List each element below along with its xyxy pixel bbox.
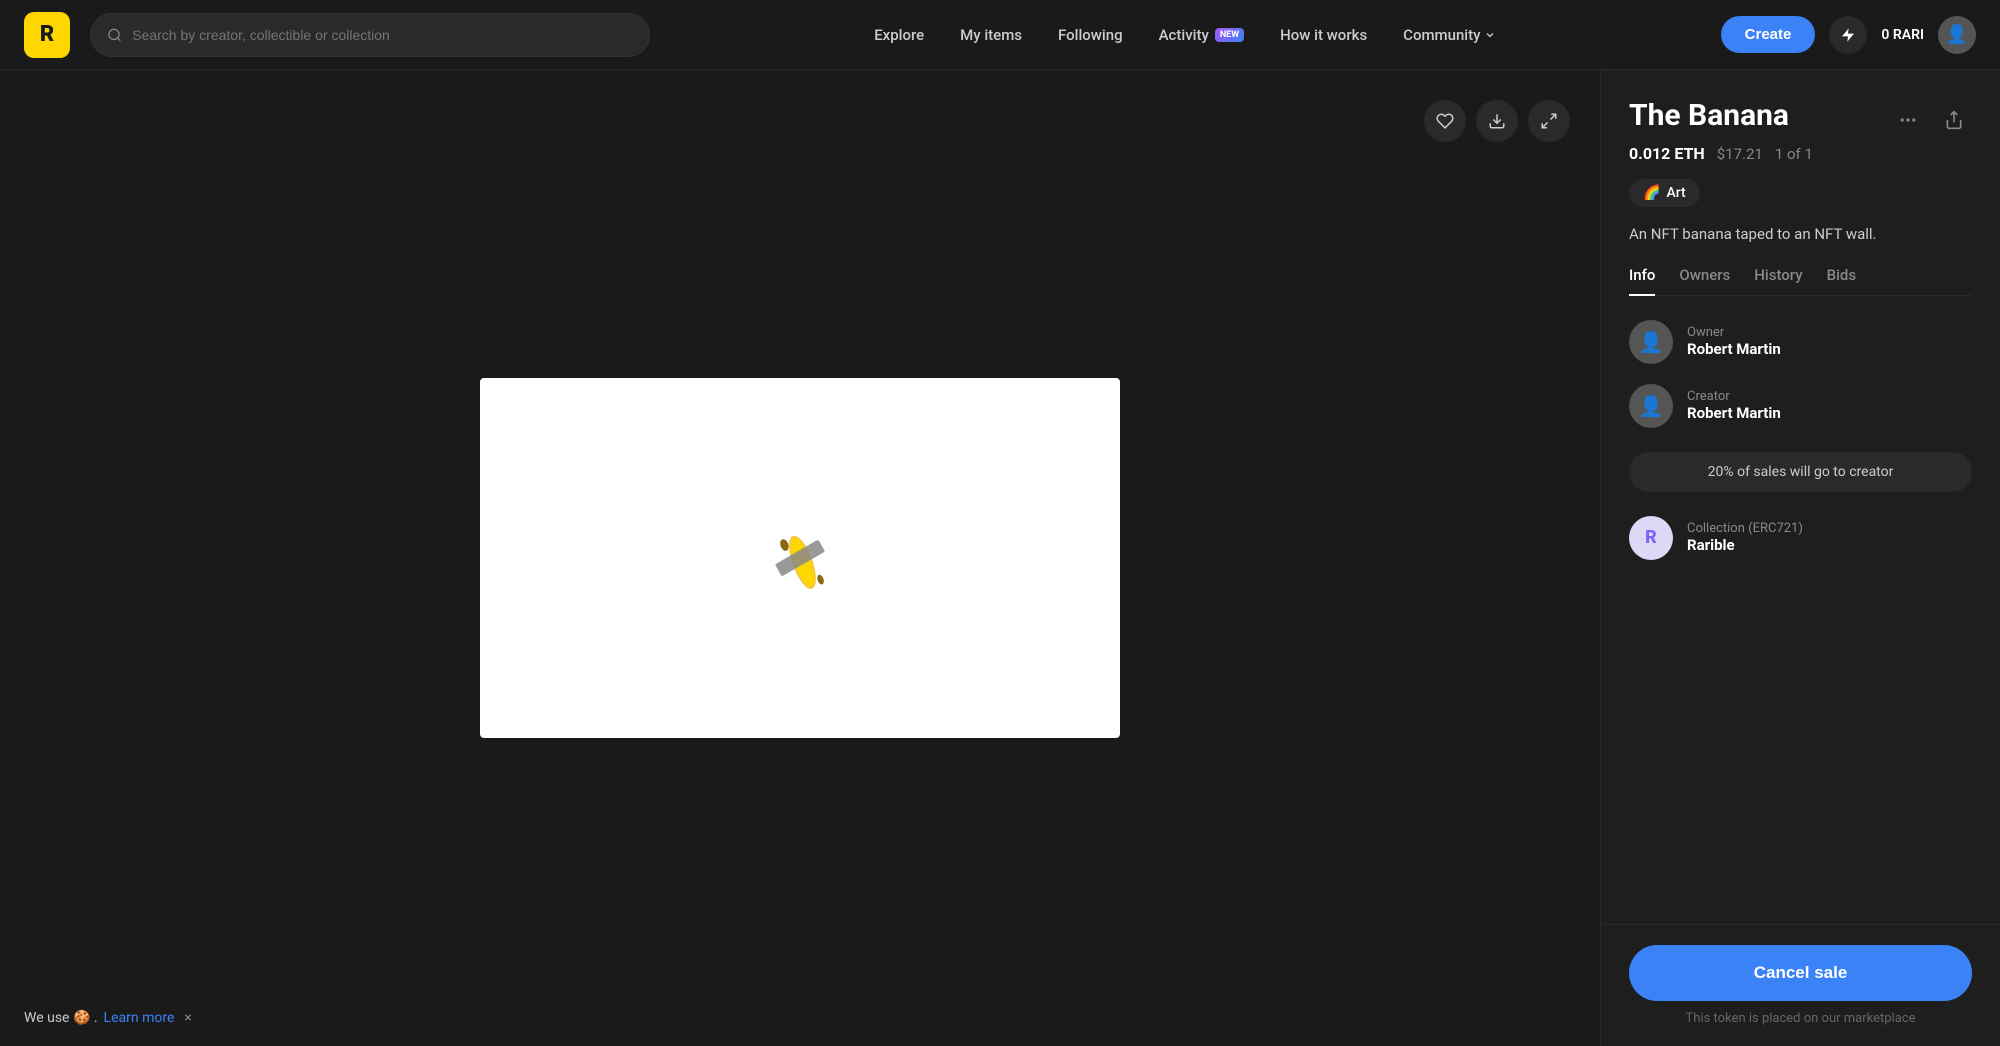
sidebar-header: The Banana <box>1629 98 1972 138</box>
more-options-button[interactable] <box>1890 102 1926 138</box>
owner-name: Robert Martin <box>1687 340 1781 358</box>
price-usd: $17.21 <box>1717 145 1763 163</box>
logo[interactable]: R <box>24 12 70 58</box>
collection-label: Collection (ERC721) <box>1687 521 1803 536</box>
more-icon <box>1898 110 1918 130</box>
main-header: R Explore My items Following Activity NE… <box>0 0 2000 70</box>
rari-balance: 0 RARI <box>1881 27 1924 43</box>
nav-item-my-items[interactable]: My items <box>946 18 1036 52</box>
collection-row: R Collection (ERC721) Rarible <box>1629 516 1972 560</box>
expand-button[interactable] <box>1528 100 1570 142</box>
tab-bids[interactable]: Bids <box>1827 266 1856 296</box>
info-section: 👤 Owner Robert Martin 👤 Creator Robert M… <box>1629 320 1972 580</box>
nft-action-buttons <box>1424 100 1570 142</box>
content-area: We use 🍪 . Learn more × <box>0 70 1600 1046</box>
sidebar-footer: Cancel sale This token is placed on our … <box>1601 924 2000 1046</box>
share-button[interactable] <box>1936 102 1972 138</box>
collection-avatar: R <box>1629 516 1673 560</box>
creator-avatar: 👤 <box>1629 384 1673 428</box>
nav-item-following[interactable]: Following <box>1044 18 1137 52</box>
nav-item-community[interactable]: Community <box>1389 18 1510 52</box>
like-button[interactable] <box>1424 100 1466 142</box>
price-row: 0.012 ETH $17.21 1 of 1 <box>1629 144 1972 163</box>
share-icon <box>1944 110 1964 130</box>
category-label: Art <box>1666 185 1685 201</box>
rainbow-icon: 🌈 <box>1643 185 1660 201</box>
cookie-close-button[interactable]: × <box>184 1010 191 1026</box>
creator-info: Creator Robert Martin <box>1687 389 1781 422</box>
price-eth: 0.012 ETH <box>1629 144 1705 163</box>
expand-icon <box>1540 112 1558 130</box>
search-icon <box>107 27 122 43</box>
royalty-text: 20% of sales will go to creator <box>1708 464 1894 480</box>
nft-sidebar: The Banana 0.012 ETH $17.21 1 of 1 � <box>1600 70 2000 1046</box>
activity-badge: NEW <box>1215 28 1244 42</box>
main-content: We use 🍪 . Learn more × The Banana <box>0 70 2000 1046</box>
search-bar[interactable] <box>90 13 650 57</box>
cookie-banner: We use 🍪 . Learn more × <box>24 1010 192 1026</box>
owner-avatar: 👤 <box>1629 320 1673 364</box>
royalty-bar: 20% of sales will go to creator <box>1629 452 1972 492</box>
avatar[interactable]: 👤 <box>1938 16 1976 54</box>
download-icon <box>1488 112 1506 130</box>
main-nav: Explore My items Following Activity NEW … <box>670 18 1701 52</box>
create-button[interactable]: Create <box>1721 16 1816 53</box>
marketplace-note: This token is placed on our marketplace <box>1629 1011 1972 1026</box>
category-tag[interactable]: 🌈 Art <box>1629 179 1700 207</box>
tab-owners[interactable]: Owners <box>1679 266 1730 296</box>
owner-label: Owner <box>1687 325 1781 340</box>
creator-row: 👤 Creator Robert Martin <box>1629 384 1972 428</box>
chevron-down-icon <box>1484 29 1496 41</box>
owner-row: 👤 Owner Robert Martin <box>1629 320 1972 364</box>
sidebar-actions <box>1890 102 1972 138</box>
learn-more-link[interactable]: Learn more <box>104 1010 175 1026</box>
collection-name: Rarible <box>1687 536 1803 554</box>
banana-artwork <box>755 513 845 603</box>
lightning-button[interactable] <box>1829 16 1867 54</box>
download-button[interactable] <box>1476 100 1518 142</box>
nav-item-how-it-works[interactable]: How it works <box>1266 18 1381 52</box>
header-right: Create 0 RARI 👤 <box>1721 16 1976 54</box>
lightning-icon <box>1840 27 1856 43</box>
collection-info: Collection (ERC721) Rarible <box>1687 521 1803 554</box>
owner-info: Owner Robert Martin <box>1687 325 1781 358</box>
tab-info[interactable]: Info <box>1629 266 1655 296</box>
nav-item-explore[interactable]: Explore <box>860 18 938 52</box>
nft-title: The Banana <box>1629 98 1789 134</box>
cancel-sale-button[interactable]: Cancel sale <box>1629 945 1972 1001</box>
nft-tabs: Info Owners History Bids <box>1629 266 1972 296</box>
edition: 1 of 1 <box>1775 145 1813 163</box>
search-input[interactable] <box>132 27 633 43</box>
tab-history[interactable]: History <box>1754 266 1802 296</box>
nav-item-activity[interactable]: Activity NEW <box>1145 18 1259 52</box>
heart-icon <box>1436 112 1454 130</box>
creator-name: Robert Martin <box>1687 404 1781 422</box>
nft-image-container <box>480 378 1120 738</box>
creator-label: Creator <box>1687 389 1781 404</box>
cookie-text: We use 🍪 . <box>24 1010 98 1026</box>
nft-description: An NFT banana taped to an NFT wall. <box>1629 223 1972 246</box>
